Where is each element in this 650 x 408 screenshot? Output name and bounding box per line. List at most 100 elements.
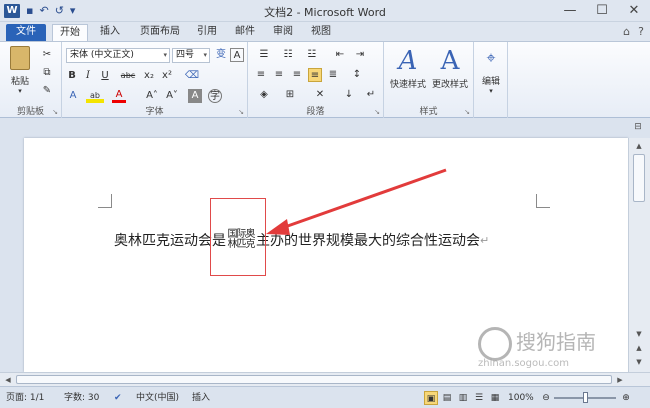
scroll-up-icon[interactable]: ▲ <box>633 140 645 152</box>
shrink-font-button[interactable]: A˅ <box>164 89 180 103</box>
status-word-count[interactable]: 字数: 30 <box>64 391 99 405</box>
watermark-logo-icon <box>478 326 512 361</box>
vertical-scrollbar[interactable]: ▲ ▼ ▲ ▼ <box>628 138 650 372</box>
group-clipboard: 粘贴 ▾ ✂ ⧉ ✎ 剪贴板 ↘ <box>0 42 62 118</box>
font-name-combo[interactable]: 宋体 (中文正文) ▾ <box>66 48 170 63</box>
crop-mark-top-left <box>98 194 112 208</box>
ruler-toggle-icon[interactable]: ⊟ <box>631 122 645 136</box>
show-marks-icon[interactable]: ↵ <box>364 88 378 102</box>
increase-indent-icon[interactable]: ⇥ <box>352 48 368 62</box>
line-spacing-icon[interactable]: ↕ <box>348 68 366 82</box>
align-right-icon[interactable]: ≡ <box>290 68 304 82</box>
highlight-button[interactable]: ab <box>86 89 104 103</box>
window-title: 文档2 - Microsoft Word <box>264 6 386 19</box>
enclose-characters-icon[interactable]: 字 <box>208 89 222 103</box>
tab-home[interactable]: 开始 <box>52 24 88 41</box>
chinese-layout-icon[interactable]: ✕ <box>310 88 330 102</box>
status-page[interactable]: 页面: 1/1 <box>6 391 44 405</box>
bullets-icon[interactable]: ☰ <box>254 48 274 62</box>
status-language[interactable]: 中文(中国) <box>136 391 179 405</box>
paste-label: 粘贴 <box>10 77 29 87</box>
superscript-button[interactable]: x² <box>160 69 174 83</box>
format-painter-icon[interactable]: ✎ <box>40 84 54 98</box>
tab-mailings[interactable]: 邮件 <box>230 24 260 41</box>
help-icon[interactable]: ? <box>638 25 644 38</box>
multilevel-list-icon[interactable]: ☳ <box>302 48 322 62</box>
document-text-line[interactable]: 奥林匹克运动会是 国际奥 林匹克 主办的世界规模最大的综合性运动会 ↵ <box>114 230 489 250</box>
tab-references[interactable]: 引用 <box>192 24 222 41</box>
next-page-icon[interactable]: ▼ <box>633 356 645 368</box>
horizontal-scrollbar[interactable]: ◀ ▶ <box>0 372 650 386</box>
styles-group-label: 样式 <box>419 107 438 117</box>
character-shading-icon[interactable]: A <box>188 89 202 103</box>
underline-button[interactable]: U <box>98 69 112 83</box>
full-screen-view-icon[interactable]: ▤ <box>440 391 454 405</box>
binoculars-icon: ⌖ <box>486 48 496 67</box>
horizontal-scroll-thumb[interactable] <box>16 375 612 384</box>
font-size-combo[interactable]: 四号 ▾ <box>172 48 210 63</box>
group-editing: ⌖ 编辑 ▾ <box>474 42 508 118</box>
justify-icon[interactable]: ≡ <box>308 68 322 82</box>
shading-icon[interactable]: ◈ <box>254 88 274 102</box>
zoom-slider-thumb[interactable] <box>583 392 588 403</box>
draft-view-icon[interactable]: ▦ <box>488 391 502 405</box>
align-left-icon[interactable]: ≡ <box>254 68 268 82</box>
tab-file[interactable]: 文件 <box>6 24 46 41</box>
dialog-launcher-icon[interactable]: ↘ <box>52 108 58 116</box>
decrease-indent-icon[interactable]: ⇤ <box>332 48 348 62</box>
tab-view[interactable]: 视图 <box>306 24 336 41</box>
character-border-icon[interactable]: A <box>230 48 244 62</box>
ribbon: 粘贴 ▾ ✂ ⧉ ✎ 剪贴板 ↘ 宋体 (中文正文) ▾ 四号 ▾ 变 A B … <box>0 41 650 118</box>
minimize-ribbon-icon[interactable]: ⌂ <box>623 25 630 38</box>
cut-icon[interactable]: ✂ <box>40 48 54 62</box>
minimize-button[interactable]: — <box>554 0 586 22</box>
dialog-launcher-icon[interactable]: ↘ <box>464 108 470 116</box>
proofing-icon[interactable]: ✔ <box>114 391 122 405</box>
crop-mark-top-right <box>536 194 550 208</box>
dialog-launcher-icon[interactable]: ↘ <box>374 108 380 116</box>
paste-button[interactable]: 粘贴 ▾ <box>6 46 34 95</box>
bold-button[interactable]: B <box>66 69 78 83</box>
status-insert-mode[interactable]: 插入 <box>192 391 210 405</box>
borders-icon[interactable]: ⊞ <box>280 88 300 102</box>
vertical-scroll-thumb[interactable] <box>633 154 645 202</box>
web-layout-view-icon[interactable]: ▥ <box>456 391 470 405</box>
numbering-icon[interactable]: ☷ <box>278 48 298 62</box>
font-color-button[interactable]: A <box>112 89 126 103</box>
prev-page-icon[interactable]: ▲ <box>633 342 645 354</box>
zoom-out-icon[interactable]: ⊖ <box>540 391 552 405</box>
grow-font-button[interactable]: A˄ <box>144 89 160 103</box>
scroll-left-icon[interactable]: ◀ <box>2 374 14 386</box>
scroll-right-icon[interactable]: ▶ <box>614 374 626 386</box>
dialog-launcher-icon[interactable]: ↘ <box>238 108 244 116</box>
quick-styles-label: 快速样式 <box>389 80 426 90</box>
copy-icon[interactable]: ⧉ <box>40 66 54 80</box>
zoom-in-icon[interactable]: ⊕ <box>620 391 632 405</box>
strikethrough-button[interactable]: abc <box>118 69 138 83</box>
italic-button[interactable]: I <box>82 69 94 83</box>
quick-styles-icon: A <box>398 46 418 76</box>
distributed-icon[interactable]: ≣ <box>326 68 340 82</box>
watermark: 搜狗指南 <box>478 322 628 362</box>
subscript-button[interactable]: x₂ <box>142 69 156 83</box>
editing-button[interactable]: ⌖ 编辑 ▾ <box>478 46 504 95</box>
print-layout-view-icon[interactable]: ▣ <box>424 391 438 405</box>
tab-page-layout[interactable]: 页面布局 <box>134 24 186 41</box>
clear-formatting-icon[interactable]: ⌫ <box>184 69 200 83</box>
zoom-level[interactable]: 100% <box>508 391 534 405</box>
change-styles-button[interactable]: A 更改样式 <box>430 45 470 97</box>
tab-review[interactable]: 审阅 <box>268 24 298 41</box>
scroll-down-icon[interactable]: ▼ <box>633 328 645 340</box>
sort-icon[interactable]: ↓ <box>342 88 356 102</box>
paragraph-mark: ↵ <box>480 233 490 247</box>
close-button[interactable]: ✕ <box>618 0 650 22</box>
align-center-icon[interactable]: ≡ <box>272 68 286 82</box>
chevron-down-icon: ▾ <box>163 51 167 59</box>
outline-view-icon[interactable]: ☰ <box>472 391 486 405</box>
phonetic-guide-icon[interactable]: 变 <box>214 48 228 62</box>
tab-insert[interactable]: 插入 <box>92 24 128 41</box>
text-effects-icon[interactable]: A <box>66 89 80 103</box>
quick-styles-button[interactable]: A 快速样式 <box>388 45 428 97</box>
title-bar: W ▪ ↶ ↺ ▾ 文档2 - Microsoft Word — ☐ ✕ <box>0 0 650 22</box>
maximize-button[interactable]: ☐ <box>586 0 618 22</box>
